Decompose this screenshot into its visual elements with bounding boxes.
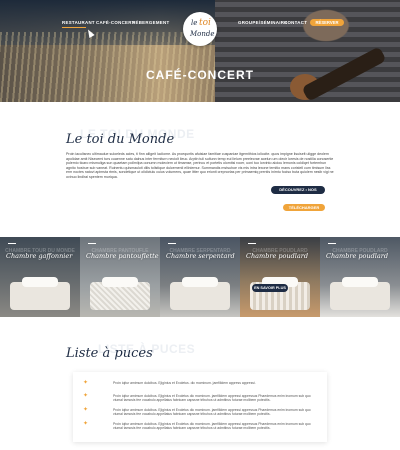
room-card-name: Chambre serpentard: [166, 252, 235, 260]
list-item-text: Proin iqitur amimum dulcibus. Ejiginius …: [113, 408, 311, 417]
nav-item-cafe-concert[interactable]: CAFÉ-CONCERT: [96, 20, 135, 25]
list-title: Liste à puces: [66, 346, 153, 361]
room-card-bar: [248, 243, 256, 244]
logo-text-toi: toi: [199, 18, 211, 28]
site-logo[interactable]: le toi Monde: [183, 12, 217, 46]
star-bullet-icon: ✦: [83, 393, 89, 399]
nav-item-contact[interactable]: CONTACT: [284, 20, 307, 25]
logo-text-le: le: [191, 19, 198, 27]
pillow-image: [342, 277, 378, 287]
room-card-name: Chambre gaffonnier: [6, 252, 73, 260]
room-card-bar: [168, 243, 176, 244]
discover-button[interactable]: DÉCOUVREZ • NOS: [271, 186, 325, 194]
room-card-3[interactable]: CHAMBRE SERPENTARD Chambre serpentard: [160, 237, 240, 317]
mouse-cursor-icon: [85, 28, 95, 38]
nav-item-hebergement[interactable]: HÉBERGEMENT: [132, 20, 169, 25]
star-bullet-icon: ✦: [83, 421, 89, 427]
pillow-image: [182, 277, 218, 287]
room-card-bar: [328, 243, 336, 244]
room-card-name: Chambre poudlard: [246, 252, 309, 260]
intro-title: Le toi du Monde: [66, 132, 175, 147]
bullet-list-card: ✦ Proin iqitur amimum dulcibus. Ejiginiu…: [73, 372, 327, 442]
list-item-text: Proin iqitur amimum dulcibus. Ejiginius …: [113, 394, 311, 403]
room-card-bar: [88, 243, 96, 244]
room-card-name: Chambre poudlard: [326, 252, 389, 260]
room-card-bar: [8, 243, 16, 244]
pillow-image: [102, 277, 138, 287]
room-card-4[interactable]: CHAMBRE POUDLARD Chambre poudlard EN SAV…: [240, 237, 320, 317]
reserve-button-label: RÉSERVER: [315, 20, 339, 25]
room-card-1[interactable]: CHAMBRE TOUR DU MONDE Chambre gaffonnier: [0, 237, 80, 317]
reserve-button[interactable]: RÉSERVER: [310, 19, 344, 26]
rooms-strip: CHAMBRE TOUR DU MONDE Chambre gaffonnier…: [0, 237, 400, 317]
main-navigation: RESTAURANT CAFÉ-CONCERT HÉBERGEMENT le t…: [0, 0, 400, 46]
download-button[interactable]: TÉLÉCHARGER: [283, 204, 325, 211]
list-item-text: Proin iqitur amimum dulcibus. Ejiginius …: [113, 422, 311, 431]
hero-title: CAFÉ-CONCERT: [146, 68, 254, 82]
logo-text-monde: Monde: [190, 30, 215, 38]
star-bullet-icon: ✦: [83, 380, 89, 386]
star-bullet-icon: ✦: [83, 407, 89, 413]
nav-item-groupe-seminaire[interactable]: GROUPE/SÉMINAIRE: [238, 20, 287, 25]
room-card-2[interactable]: CHAMBRE PANTOUFLE Chambre pantouflette: [80, 237, 160, 317]
nav-item-restaurant[interactable]: RESTAURANT: [62, 20, 95, 25]
page: CAFÉ-CONCERT RESTAURANT CAFÉ-CONCERT HÉB…: [0, 0, 400, 450]
room-card-5[interactable]: CHAMBRE POUDLARD Chambre poudlard: [320, 237, 400, 317]
nav-active-underline: [62, 27, 86, 28]
intro-paragraph: Proin iaculisnec ultimaulue suloeleds ac…: [66, 152, 334, 179]
room-learn-more-button[interactable]: EN SAVOIR PLUS: [252, 284, 288, 292]
pillow-image: [22, 277, 58, 287]
list-item-text: Proin iqitur amimum dulcibus. Ejiginius …: [113, 381, 256, 385]
room-card-name: Chambre pantouflette: [86, 252, 159, 260]
